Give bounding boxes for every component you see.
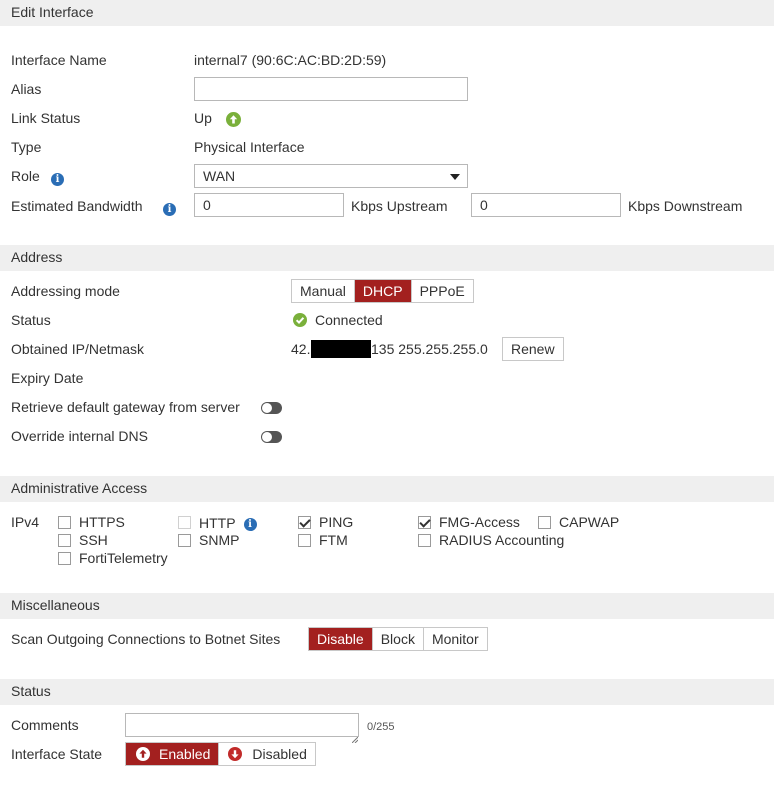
chevron-down-icon [450,174,460,180]
dns-label: Override internal DNS [11,428,148,444]
status-title: Status [11,683,51,699]
radius-accounting-option[interactable]: RADIUS Accounting [418,532,564,548]
arrow-down-circle-icon [228,747,243,761]
botnet-label: Scan Outgoing Connections to Botnet Site… [11,631,281,647]
comments-label: Comments [11,717,79,733]
disabled-button[interactable]: Disabled [219,743,315,765]
ssh-label: SSH [79,532,108,548]
type-label: Type [11,139,42,155]
redacted-ip-block [311,340,371,358]
radius-accounting-checkbox[interactable] [418,533,431,547]
addressing-mode-label: Addressing mode [11,283,120,299]
https-checkbox[interactable] [58,515,71,529]
botnet-block-button[interactable]: Block [372,628,424,650]
arrow-up-circle-icon [136,747,150,761]
role-label: Role [11,168,40,184]
fortitelemetry-option[interactable]: FortiTelemetry [58,550,168,566]
botnet-monitor-button[interactable]: Monitor [423,628,487,650]
ftm-option[interactable]: FTM [298,532,348,548]
role-info-icon[interactable]: i [51,169,64,186]
misc-title: Miscellaneous [11,597,100,613]
ssh-checkbox[interactable] [58,533,71,547]
ping-label: PING [319,514,354,530]
alias-label: Alias [11,81,42,97]
snmp-label: SNMP [199,532,240,548]
gateway-label: Retrieve default gateway from server [11,399,240,415]
obtained-ip-prefix: 42. [291,341,311,357]
radius-accounting-label: RADIUS Accounting [439,532,565,548]
fmg-access-checkbox[interactable] [418,515,431,529]
downstream-unit: Kbps Downstream [628,198,743,214]
snmp-checkbox[interactable] [178,533,191,547]
arrow-up-icon [226,112,241,130]
interface-state-toggle: Enabled Disabled [125,742,316,766]
address-header: Address [0,245,774,271]
link-status-label: Link Status [11,110,81,126]
admin-access-title: Administrative Access [11,480,148,496]
edit-interface-header: Edit Interface [0,0,774,26]
role-select-value: WAN [203,168,236,184]
dns-toggle[interactable] [261,431,282,443]
botnet-toggle: Disable Block Monitor [308,627,488,651]
obtained-ip-suffix: 135 255.255.255.0 [371,341,488,357]
upstream-unit: Kbps Upstream [351,198,448,214]
ipv4-label: IPv4 [11,514,40,530]
downstream-input[interactable] [471,193,621,217]
mode-manual-button[interactable]: Manual [292,280,355,302]
capwap-checkbox[interactable] [538,515,551,529]
ftm-checkbox[interactable] [298,533,311,547]
ftm-label: FTM [319,532,348,548]
mode-dhcp-button[interactable]: DHCP [354,280,412,302]
fortitelemetry-label: FortiTelemetry [79,550,168,566]
address-status-label: Status [11,312,51,328]
addressing-mode-toggle: Manual DHCP PPPoE [291,279,474,303]
interface-state-label: Interface State [11,746,103,762]
misc-header: Miscellaneous [0,593,774,619]
interface-name-value: internal7 (90:6C:AC:BD:2D:59) [194,52,387,68]
check-circle-icon [293,313,307,330]
fortitelemetry-checkbox[interactable] [58,551,71,565]
gateway-toggle[interactable] [261,402,282,414]
enabled-label: Enabled [159,746,211,762]
capwap-label: CAPWAP [559,514,620,530]
https-label: HTTPS [79,514,125,530]
address-status-value: Connected [315,312,383,328]
bandwidth-label: Estimated Bandwidth [11,198,143,214]
expiry-date-label: Expiry Date [11,370,84,386]
http-checkbox[interactable] [178,516,191,529]
http-label: HTTP [199,514,236,531]
ssh-option[interactable]: SSH [58,532,108,548]
snmp-option[interactable]: SNMP [178,532,239,548]
address-title: Address [11,249,63,265]
role-select[interactable]: WAN [194,164,468,188]
fmg-access-label: FMG-Access [439,514,520,530]
admin-access-header: Administrative Access [0,476,774,502]
mode-pppoe-button[interactable]: PPPoE [411,280,473,302]
botnet-disable-button[interactable]: Disable [309,628,373,650]
link-status-value: Up [194,110,212,126]
disabled-label: Disabled [252,746,307,762]
http-option[interactable]: HTTP i [178,514,257,531]
alias-input[interactable] [194,77,468,101]
renew-button[interactable]: Renew [502,337,564,361]
type-value: Physical Interface [194,139,305,155]
bandwidth-info-icon[interactable]: i [163,199,176,216]
resize-handle-icon[interactable] [351,730,359,746]
edit-interface-title: Edit Interface [11,4,94,20]
obtained-ip-label: Obtained IP/Netmask [11,341,145,357]
https-option[interactable]: HTTPS [58,514,125,530]
ping-checkbox[interactable] [298,515,311,529]
upstream-input[interactable] [194,193,344,217]
http-info-icon[interactable]: i [243,514,257,531]
capwap-option[interactable]: CAPWAP [538,514,619,530]
comments-textarea[interactable] [125,713,359,737]
fmg-access-option[interactable]: FMG-Access [418,514,520,530]
enabled-button[interactable]: Enabled [126,743,220,765]
comments-counter: 0/255 [367,721,395,733]
ping-option[interactable]: PING [298,514,353,530]
interface-name-label: Interface Name [11,52,107,68]
status-header: Status [0,679,774,705]
